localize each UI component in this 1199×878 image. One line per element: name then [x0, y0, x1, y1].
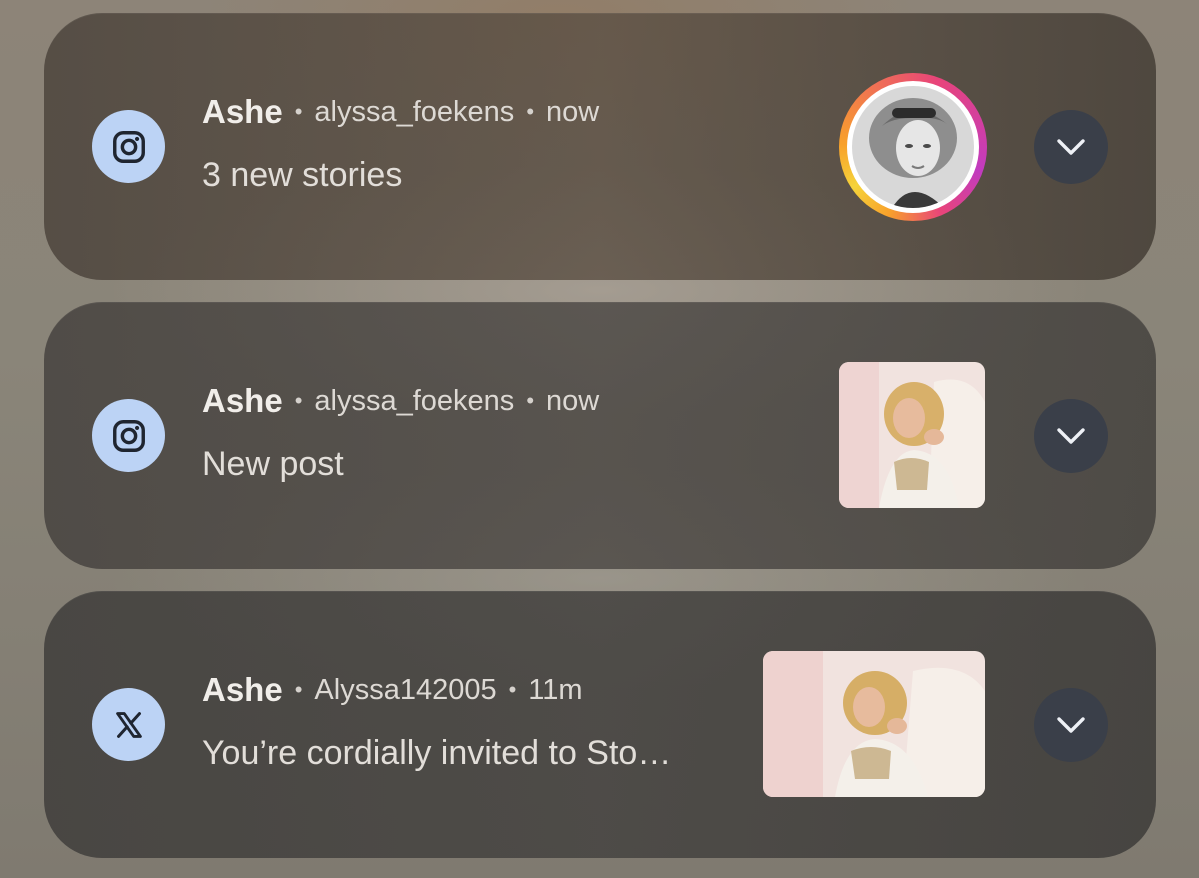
expand-button[interactable] [1034, 110, 1108, 184]
account-name: alyssa_foekens [314, 95, 515, 128]
notification-card[interactable]: Ashe • Alyssa142005 • 11m You’re cordial… [44, 591, 1156, 858]
notification-header: Ashe • alyssa_foekens • now [202, 93, 599, 131]
separator: • [294, 99, 303, 124]
separator: • [508, 677, 517, 702]
separator: • [294, 388, 303, 413]
sender-name: Ashe [202, 671, 283, 708]
chevron-down-icon [1057, 139, 1085, 155]
chevron-down-icon [1057, 428, 1085, 444]
notification-header: Ashe • Alyssa142005 • 11m [202, 671, 583, 709]
notification-text: New post [202, 445, 344, 483]
notification-card[interactable]: Ashe • alyssa_foekens • now 3 new storie… [44, 13, 1156, 280]
timestamp: 11m [528, 673, 583, 706]
story-avatar-border [847, 81, 979, 213]
post-thumbnail[interactable] [763, 651, 985, 797]
notification-header: Ashe • alyssa_foekens • now [202, 382, 599, 420]
chevron-down-icon [1057, 717, 1085, 733]
expand-button[interactable] [1034, 688, 1108, 762]
x-icon [92, 688, 165, 761]
separator: • [526, 99, 535, 124]
instagram-icon [92, 110, 165, 183]
notification-text: 3 new stories [202, 156, 403, 194]
notification-card[interactable]: Ashe • alyssa_foekens • now New post [44, 302, 1156, 569]
timestamp: now [546, 95, 600, 128]
sender-name: Ashe [202, 93, 283, 130]
account-name: alyssa_foekens [314, 384, 515, 417]
story-avatar[interactable] [839, 73, 987, 221]
separator: • [526, 388, 535, 413]
expand-button[interactable] [1034, 399, 1108, 473]
sender-name: Ashe [202, 382, 283, 419]
timestamp: now [546, 384, 600, 417]
notification-text: You’re cordially invited to Sto… [202, 734, 672, 772]
account-name: Alyssa142005 [314, 673, 497, 706]
separator: • [294, 677, 303, 702]
instagram-icon [92, 399, 165, 472]
avatar-image [852, 86, 974, 208]
post-thumbnail[interactable] [839, 362, 985, 508]
